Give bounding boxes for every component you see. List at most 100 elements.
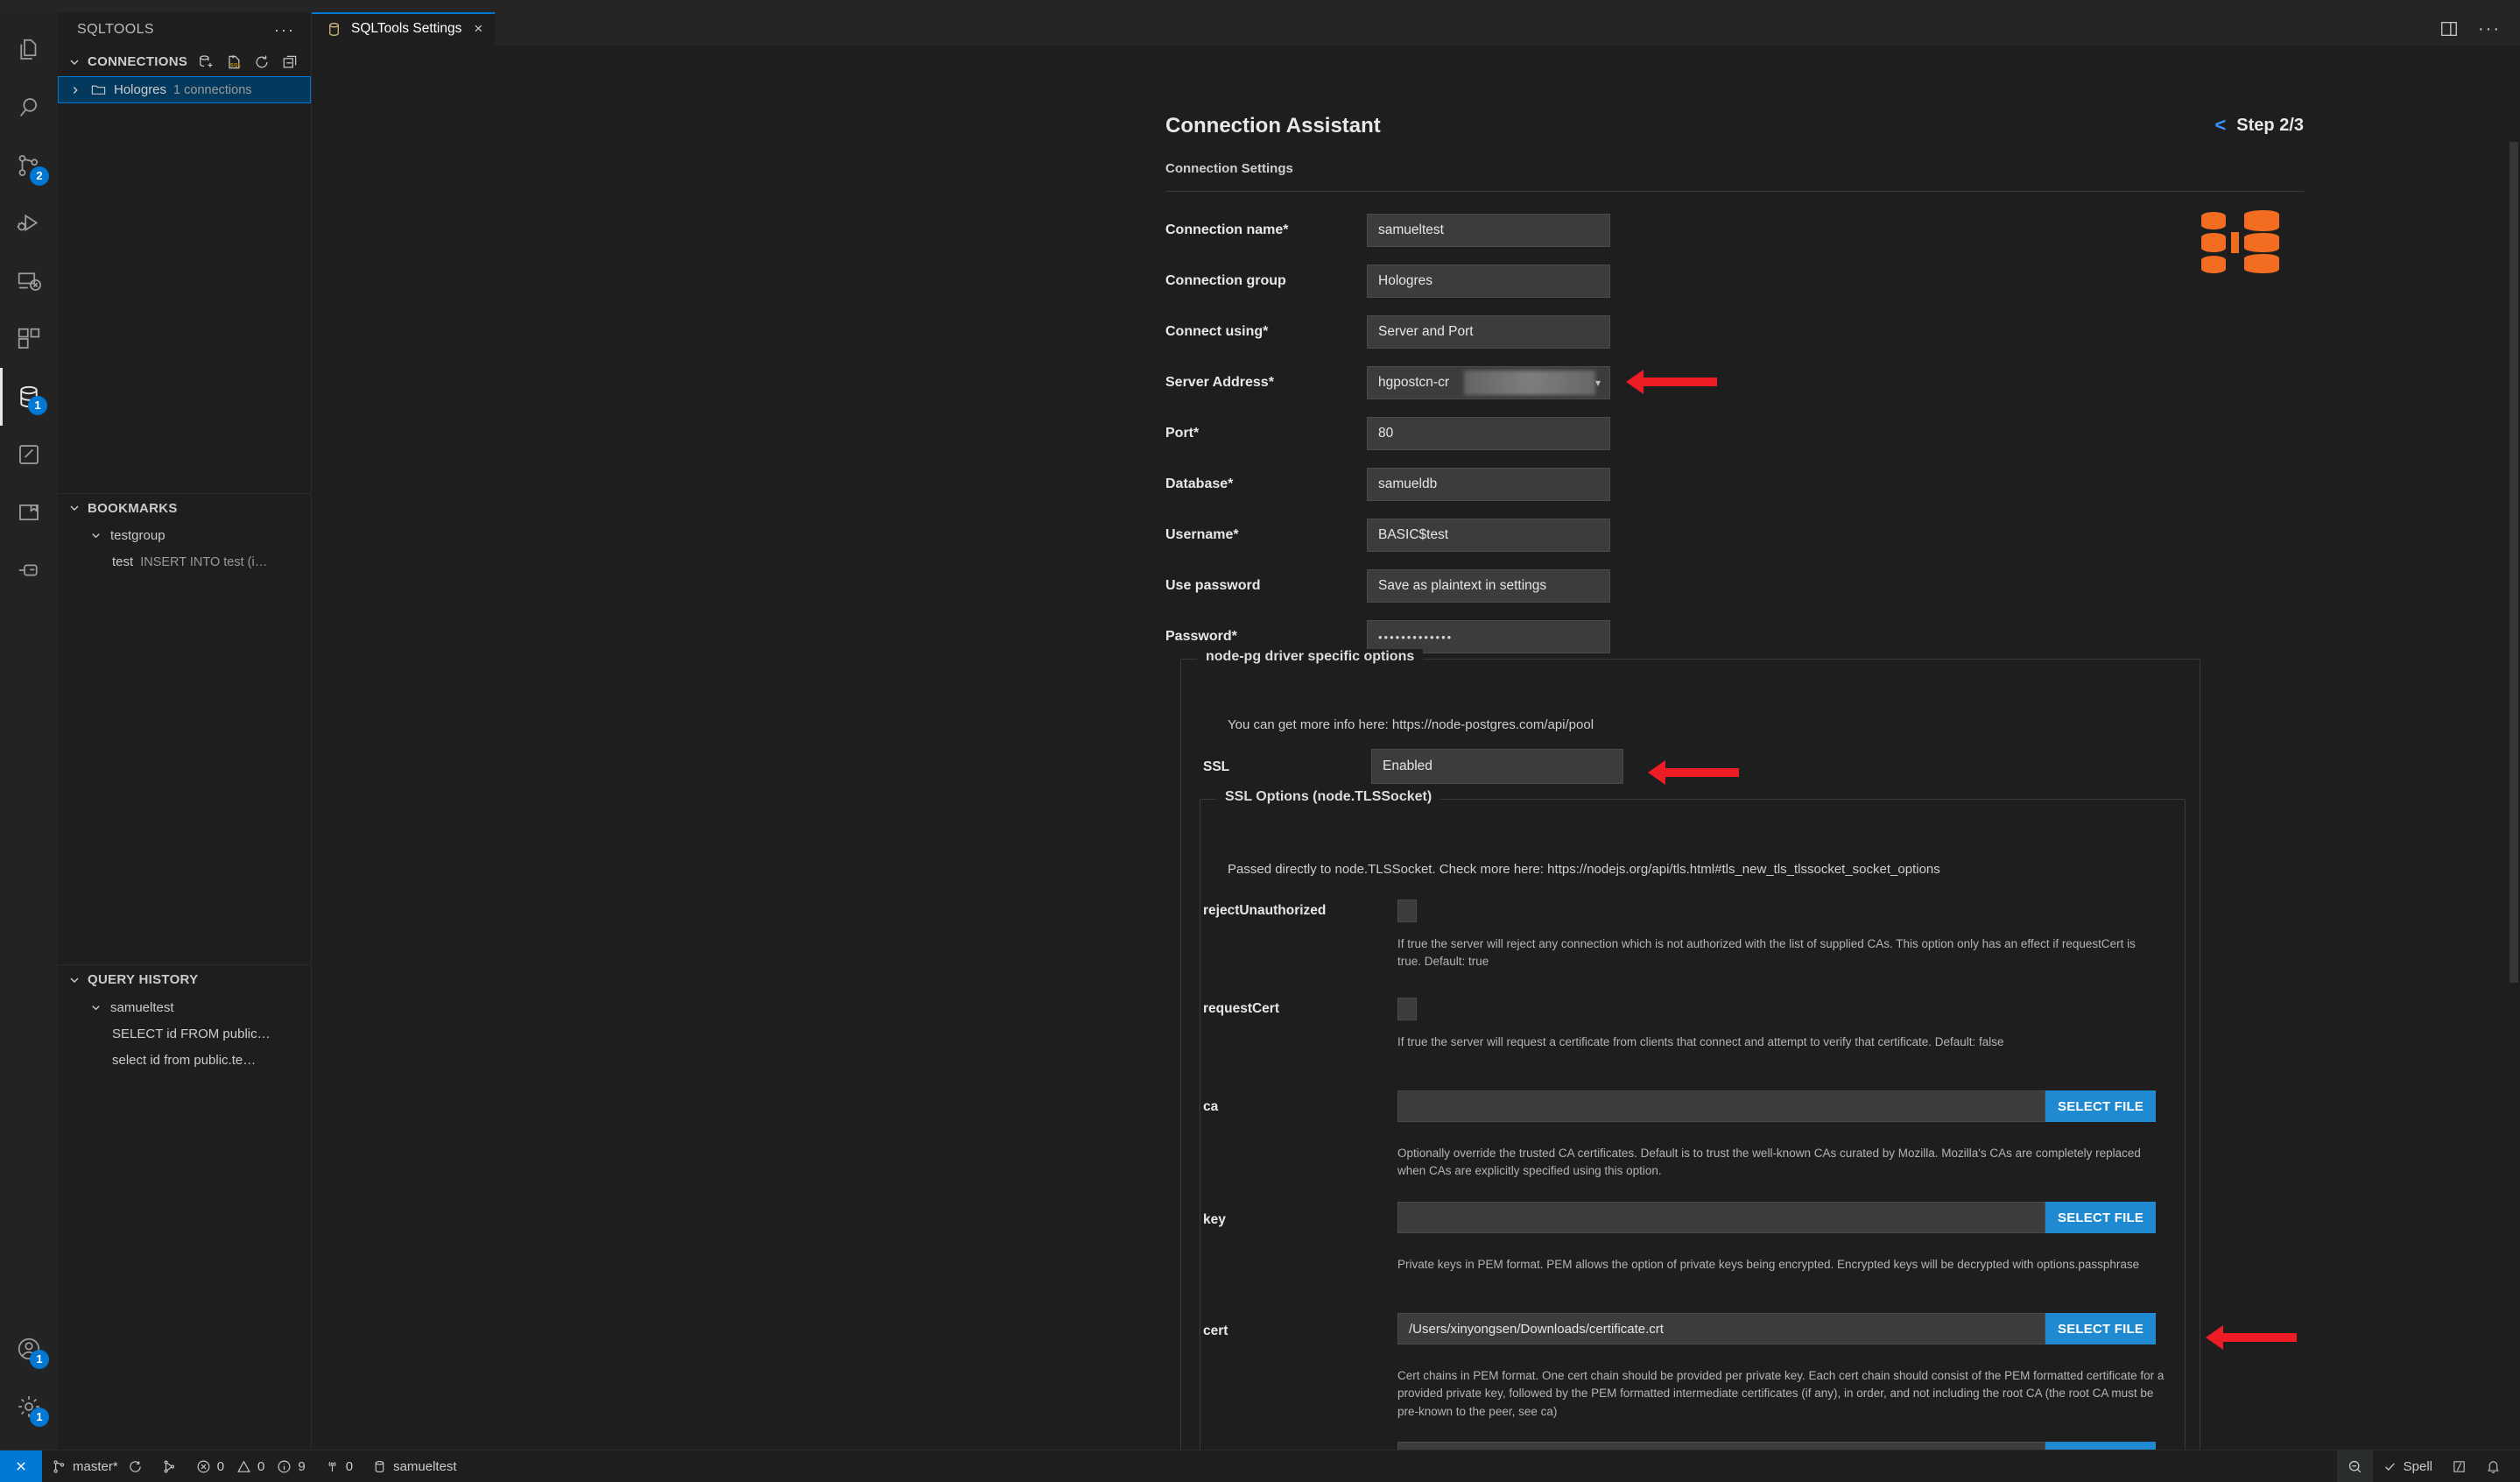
history-item-label: SELECT id FROM public… (112, 1026, 271, 1041)
activity-item-manage[interactable]: 1 (0, 1378, 58, 1436)
activity-item-search[interactable] (0, 79, 58, 137)
field-label: Port* (1165, 426, 1200, 441)
remote-indicator[interactable] (0, 1450, 42, 1482)
collapse-all-icon[interactable] (281, 53, 299, 71)
sidebar-section-query-history[interactable]: QUERY HISTORY (58, 965, 311, 994)
status-zoom-out[interactable] (2336, 1450, 2373, 1482)
sync-icon[interactable] (128, 1459, 143, 1474)
ca-select-file-button[interactable]: SELECT FILE (2045, 1090, 2157, 1122)
refresh-icon[interactable] (253, 53, 271, 71)
assistant-header: Connection Assistant < Step 2/3 (1165, 114, 2304, 138)
key-input[interactable] (1397, 1202, 2045, 1233)
pfx-input[interactable] (1397, 1442, 2045, 1450)
tab-label: SQLTools Settings (351, 21, 462, 36)
cert-label: cert (1203, 1323, 1228, 1338)
activity-item-sqltools[interactable]: 1 (0, 368, 58, 426)
reject-unauthorized-checkbox[interactable] (1397, 900, 1417, 922)
field-label: Connect using* (1165, 324, 1269, 339)
cert-select-file-button[interactable]: SELECT FILE (2045, 1313, 2157, 1344)
manage-badge: 1 (30, 1408, 49, 1427)
activity-item-testing[interactable] (0, 426, 58, 483)
key-label: key (1203, 1212, 1226, 1227)
folder-icon (90, 81, 107, 98)
activity-item-source-control[interactable]: 2 (0, 137, 58, 194)
status-problems[interactable]: 0 0 9 (187, 1450, 315, 1482)
back-chevron-icon[interactable]: < (2214, 114, 2226, 137)
database-input[interactable]: samueldb (1367, 468, 1610, 501)
radio-tower-icon (325, 1459, 340, 1474)
field-connection-name: Connection name* samueltest (1165, 214, 1610, 247)
warning-icon (236, 1459, 251, 1474)
ssl-select[interactable]: Enabled (1371, 749, 1623, 784)
request-cert-label: requestCert (1203, 1001, 1279, 1016)
status-spell[interactable]: Spell (2373, 1450, 2442, 1482)
field-connection-group: Connection group Hologres (1165, 265, 1610, 298)
bookmark-item-test[interactable]: test INSERT INTO test (i… (58, 549, 311, 575)
webview-scrollbar[interactable] (2508, 46, 2520, 1450)
editor-more-actions-icon[interactable]: ··· (2478, 19, 2501, 39)
extensions-icon (16, 326, 42, 352)
server-address-arrow (1626, 370, 1717, 394)
request-cert-checkbox[interactable] (1397, 998, 1417, 1020)
username-input[interactable]: BASIC$test (1367, 519, 1610, 552)
connect-using-select[interactable]: Server and Port (1367, 315, 1610, 349)
sidebar-item-label: Hologres (114, 82, 167, 97)
section-label-connections: CONNECTIONS (88, 54, 188, 69)
bell-icon (2486, 1459, 2501, 1474)
cert-input[interactable]: /Users/xinyongsen/Downloads/certificate.… (1397, 1313, 2045, 1344)
history-group-samueltest[interactable]: samueltest (58, 994, 311, 1020)
status-branch[interactable]: master* (42, 1450, 152, 1482)
ca-input[interactable] (1397, 1090, 2045, 1122)
git-branch-icon (52, 1459, 67, 1474)
new-sql-file-icon[interactable]: SQL (225, 53, 243, 71)
activity-item-bookmarks[interactable] (0, 483, 58, 541)
server-address-input[interactable]: hgpostcn-cr ▾ (1367, 366, 1610, 399)
sidebar-item-hologres[interactable]: Hologres 1 connections (58, 76, 311, 103)
status-notifications[interactable] (2476, 1450, 2520, 1482)
status-editor-layout[interactable] (2442, 1450, 2476, 1482)
request-cert-desc: If true the server will request a certif… (1397, 1035, 2004, 1048)
add-connection-icon[interactable] (197, 53, 215, 71)
key-select-file-button[interactable]: SELECT FILE (2045, 1202, 2157, 1233)
sidebar-section-connections[interactable]: CONNECTIONS SQL (58, 47, 311, 76)
activity-item-extensions[interactable] (0, 310, 58, 368)
chevron-down-icon (67, 973, 82, 987)
editor-tab-bar: SQLTools Settings × ··· (312, 12, 2520, 46)
beaker-icon (16, 441, 42, 468)
use-password-select[interactable]: Save as plaintext in settings (1367, 569, 1610, 603)
scrollbar-thumb[interactable] (2509, 142, 2518, 983)
activity-item-remote-explorer[interactable] (0, 252, 58, 310)
activity-item-explorer[interactable] (0, 21, 58, 79)
remote-indicator-icon (12, 1457, 30, 1475)
activity-item-run-and-debug[interactable] (0, 194, 58, 252)
server-address-value: hgpostcn-cr (1378, 375, 1449, 390)
history-item[interactable]: SELECT id FROM public… (58, 1020, 311, 1047)
ssl-options-fieldset: SSL Options (node.TLSSocket) (1200, 789, 2186, 1450)
close-icon[interactable]: × (474, 20, 482, 38)
driver-info-text: You can get more info here: https://node… (1228, 717, 1594, 732)
hologres-logo (2196, 208, 2279, 278)
bookmark-group-testgroup[interactable]: testgroup (58, 523, 311, 549)
bookmark-item-query: INSERT INTO test (i… (140, 554, 268, 569)
ssl-arrow (1648, 760, 1739, 785)
activity-item-remote-ssh[interactable] (0, 541, 58, 599)
sidebar-section-bookmarks[interactable]: BOOKMARKS (58, 494, 311, 523)
port-input[interactable]: 80 (1367, 417, 1610, 450)
status-connection[interactable]: samueltest (363, 1450, 467, 1482)
ports-count: 0 (345, 1458, 354, 1474)
status-bar: master* 0 0 9 0 samueltest Spell (0, 1450, 2520, 1482)
history-item[interactable]: select id from public.te… (58, 1047, 311, 1073)
status-git-actions[interactable] (152, 1450, 187, 1482)
pfx-select-file-button[interactable]: SELECT FILE (2045, 1442, 2157, 1450)
connection-name-input[interactable]: samueltest (1367, 214, 1610, 247)
connection-group-input[interactable]: Hologres (1367, 265, 1610, 298)
check-icon (2383, 1459, 2397, 1474)
field-label: Database* (1165, 476, 1234, 491)
split-editor-icon[interactable] (2439, 19, 2459, 39)
activity-item-accounts[interactable]: 1 (0, 1320, 58, 1378)
tab-sqltools-settings[interactable]: SQLTools Settings × (312, 12, 496, 46)
sidebar-more-actions-icon[interactable]: ··· (274, 21, 295, 39)
error-count: 0 (216, 1458, 225, 1474)
side-bar: SQLTOOLS ··· CONNECTIONS SQL Hologres 1 … (58, 12, 312, 1450)
status-ports[interactable]: 0 (315, 1450, 363, 1482)
